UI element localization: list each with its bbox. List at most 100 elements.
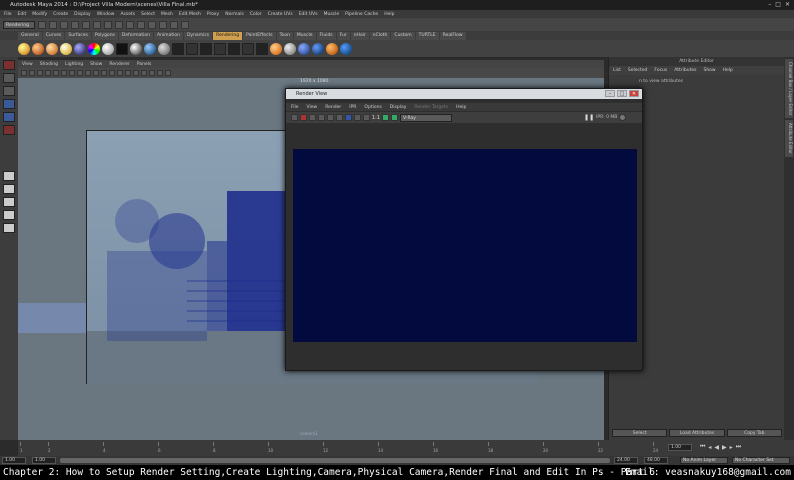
light-icon[interactable] (228, 42, 240, 55)
play-back-icon[interactable]: ◀ (714, 444, 719, 451)
shelf-tab-ncloth[interactable]: nCloth (369, 31, 391, 40)
textured-icon[interactable] (125, 70, 131, 76)
tab-attribute-editor[interactable]: Attribute Editor (785, 120, 793, 158)
film-gate-icon[interactable] (61, 70, 67, 76)
smooth-shade-icon[interactable] (109, 70, 115, 76)
shelf-tab-toon[interactable]: Toon (276, 31, 293, 40)
snap-grid-icon[interactable] (104, 20, 112, 29)
viewport-menu-renderer[interactable]: Renderer (109, 62, 130, 67)
shelf-tab-fluids[interactable]: Fluids (316, 31, 336, 40)
attr-menu-focus[interactable]: Focus (654, 68, 667, 73)
rv-menu-view[interactable]: View (307, 105, 318, 110)
menu-proxy[interactable]: Proxy (207, 12, 219, 17)
attr-menu-selected[interactable]: Selected (628, 68, 648, 73)
shelf-tab-curves[interactable]: Curves (42, 31, 65, 40)
close-icon[interactable]: ✕ (629, 90, 639, 97)
bookmark-icon[interactable] (37, 70, 43, 76)
attr-menu-list[interactable]: List (613, 68, 621, 73)
material-ball-icon[interactable] (326, 42, 338, 55)
rgb-channel-icon[interactable] (336, 114, 343, 121)
texture-icon[interactable] (116, 42, 128, 55)
color-channel-icon[interactable] (345, 114, 352, 121)
anim-layer-dropdown[interactable]: No Anim Layer (680, 457, 728, 464)
rv-menu-render-targets[interactable]: Render Targets (414, 105, 448, 110)
xray-icon[interactable] (149, 70, 155, 76)
rv-menu-options[interactable]: Options (364, 105, 381, 110)
image-plane-icon[interactable] (45, 70, 51, 76)
material-ball-icon[interactable] (60, 42, 72, 55)
layout-two-icon[interactable] (3, 197, 15, 207)
light-icon[interactable] (256, 42, 268, 55)
gate-mask-icon[interactable] (77, 70, 83, 76)
menu-help[interactable]: Help (384, 12, 394, 17)
lasso-tool-icon[interactable] (3, 73, 15, 83)
render-settings-icon[interactable] (181, 20, 189, 29)
ramp-shader-icon[interactable] (88, 42, 100, 55)
save-scene-icon[interactable] (60, 20, 68, 29)
shelf-tab-polygons[interactable]: Polygons (91, 31, 118, 40)
menu-edit-mesh[interactable]: Edit Mesh (179, 12, 201, 17)
shelf-tab-nhair[interactable]: nHair (350, 31, 369, 40)
redo-render-icon[interactable] (291, 114, 298, 121)
rv-menu-file[interactable]: File (291, 105, 299, 110)
shadows-icon[interactable] (141, 70, 147, 76)
menu-edit[interactable]: Edit (18, 12, 27, 17)
viewport-menu-lighting[interactable]: Lighting (65, 62, 83, 67)
use-all-lights-icon[interactable] (133, 70, 139, 76)
minimize-icon[interactable]: – (768, 1, 771, 8)
rv-menu-render[interactable]: Render (325, 105, 341, 110)
layout-graph-icon[interactable] (3, 223, 15, 233)
material-ball-icon[interactable] (270, 42, 282, 55)
isolate-select-icon[interactable] (157, 70, 163, 76)
menu-muscle[interactable]: Muscle (324, 12, 340, 17)
character-set-dropdown[interactable]: No Character Set (732, 457, 790, 464)
viewport-menu-panels[interactable]: Panels (137, 62, 151, 67)
rotate-tool-icon[interactable] (3, 112, 15, 122)
play-forward-icon[interactable]: ▶ (722, 444, 727, 451)
select-object-icon[interactable] (82, 20, 90, 29)
material-ball-icon[interactable] (102, 42, 114, 55)
alpha-channel-icon[interactable] (354, 114, 361, 121)
step-back-icon[interactable]: ◂ (708, 444, 711, 451)
paint-select-icon[interactable] (3, 86, 15, 96)
viewport-menu-view[interactable]: View (22, 62, 33, 67)
menu-color[interactable]: Color (250, 12, 262, 17)
select-button[interactable]: Select (612, 429, 668, 437)
current-frame-field[interactable]: 1.00 (668, 444, 692, 451)
material-ball-icon[interactable] (130, 42, 142, 55)
material-ball-icon[interactable] (298, 42, 310, 55)
renderer-dropdown[interactable]: V-Ray (400, 113, 453, 122)
render-canvas[interactable] (293, 149, 637, 342)
rv-menu-help[interactable]: Help (456, 105, 466, 110)
camera-attributes-icon[interactable] (29, 70, 35, 76)
snap-point-icon[interactable] (126, 20, 134, 29)
shelf-tab-dynamics[interactable]: Dynamics (183, 31, 213, 40)
material-ball-icon[interactable] (312, 42, 324, 55)
select-hierarchy-icon[interactable] (71, 20, 79, 29)
ipr-render-icon[interactable] (170, 20, 178, 29)
copy-tab-button[interactable]: Copy Tab (726, 429, 782, 437)
shelf-tab-muscle[interactable]: Muscle (293, 31, 316, 40)
attr-menu-help[interactable]: Help (723, 68, 733, 73)
material-ball-icon[interactable] (46, 42, 58, 55)
menu-file[interactable]: File (4, 12, 12, 17)
go-to-end-icon[interactable]: ⏭ (736, 443, 741, 451)
safe-action-icon[interactable] (93, 70, 99, 76)
menu-assets[interactable]: Assets (120, 12, 135, 17)
menu-select[interactable]: Select (141, 12, 155, 17)
rv-menu-ipr[interactable]: IPR (349, 105, 356, 110)
wireframe-icon[interactable] (101, 70, 107, 76)
maximize-icon[interactable]: □ (617, 90, 627, 97)
load-attributes-button[interactable]: Load Attributes (669, 429, 725, 437)
history-icon[interactable] (148, 20, 156, 29)
render-region-icon[interactable] (318, 114, 325, 121)
light-icon[interactable] (172, 42, 184, 55)
material-ball-icon[interactable] (158, 42, 170, 55)
menu-pipeline-cache[interactable]: Pipeline Cache (345, 12, 378, 17)
mode-dropdown[interactable]: Rendering (3, 20, 35, 29)
attr-menu-show[interactable]: Show (703, 68, 715, 73)
menu-create-uvs[interactable]: Create UVs (268, 12, 293, 17)
resolution-gate-icon[interactable] (69, 70, 75, 76)
material-ball-icon[interactable] (144, 42, 156, 55)
remove-image-icon[interactable] (391, 114, 399, 121)
